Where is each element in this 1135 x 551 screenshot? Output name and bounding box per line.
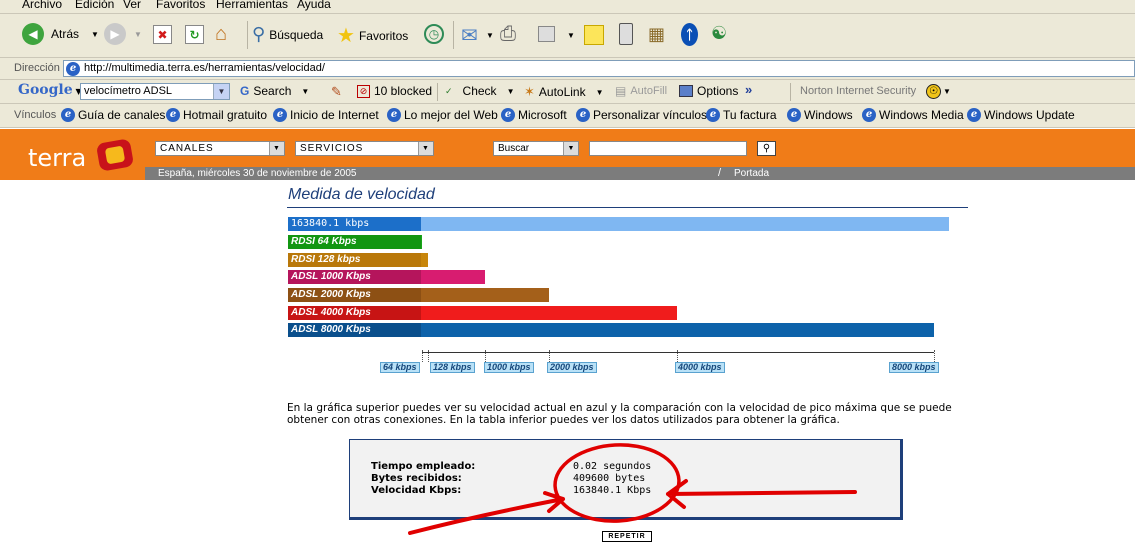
annotation-circle — [553, 443, 681, 523]
red-annotation — [408, 443, 857, 535]
annotation-arrow-left — [408, 491, 565, 535]
annotation-arrow-right — [666, 479, 857, 509]
